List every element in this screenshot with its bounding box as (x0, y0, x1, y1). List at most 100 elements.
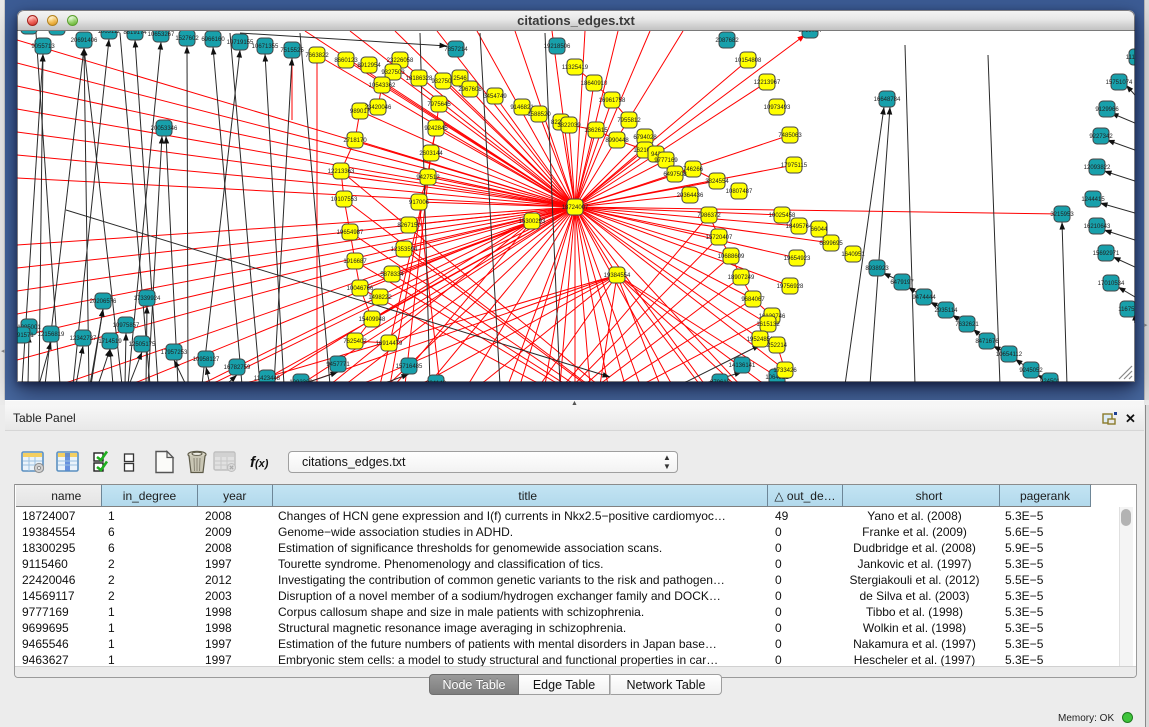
svg-text:16914479: 16914479 (376, 341, 403, 347)
svg-text:9327503: 9327503 (381, 70, 405, 76)
svg-text:10671355: 10671355 (252, 44, 279, 50)
svg-text:7955812: 7955812 (617, 118, 641, 124)
svg-text:1498222: 1498222 (368, 295, 392, 301)
svg-text:8819174: 8819174 (123, 31, 147, 36)
svg-text:116753: 116753 (1118, 307, 1135, 313)
svg-text:1092369: 1092369 (289, 380, 313, 382)
svg-text:10688609: 10688609 (718, 254, 745, 260)
svg-text:2935114: 2935114 (935, 308, 959, 314)
svg-text:16210643: 16210643 (1084, 224, 1111, 230)
svg-text:6899695: 6899695 (819, 241, 843, 247)
svg-text:10046766: 10046766 (347, 286, 374, 292)
svg-text:10975857: 10975857 (113, 323, 140, 329)
svg-text:1391571: 1391571 (17, 333, 34, 339)
svg-text:6966160: 6966160 (201, 37, 225, 43)
svg-text:19218506: 19218506 (544, 44, 571, 50)
svg-text:15720407: 15720407 (706, 235, 733, 241)
svg-text:11423448: 11423448 (254, 376, 281, 382)
svg-text:252214: 252214 (767, 343, 788, 349)
svg-text:1714519: 1714519 (98, 339, 122, 345)
svg-text:12213967: 12213967 (754, 80, 781, 86)
svg-text:19654987: 19654987 (337, 230, 364, 236)
svg-text:17957253: 17957253 (161, 350, 188, 356)
svg-text:3824554: 3824554 (705, 179, 729, 185)
svg-text:5878334: 5878334 (380, 272, 404, 278)
svg-text:8938923: 8938923 (865, 266, 889, 272)
svg-text:9227342: 9227342 (1089, 134, 1113, 140)
svg-text:20053346: 20053346 (151, 126, 178, 132)
svg-text:3822039: 3822039 (557, 123, 581, 129)
svg-text:804142: 804142 (426, 381, 447, 382)
svg-text:10543362: 10543362 (369, 83, 396, 89)
svg-text:12342737: 12342737 (70, 336, 97, 342)
svg-text:9457771: 9457771 (326, 362, 350, 368)
svg-text:18724007: 18724007 (562, 205, 589, 211)
svg-text:9245052: 9245052 (1019, 368, 1043, 374)
svg-text:2087682: 2087682 (715, 38, 739, 44)
svg-text:8660123: 8660123 (334, 58, 358, 64)
svg-text:7663822: 7663822 (305, 53, 329, 59)
svg-text:2603144: 2603144 (419, 151, 443, 157)
svg-text:1640951: 1640951 (841, 252, 865, 258)
svg-text:9427512: 9427512 (416, 175, 440, 181)
svg-text:19756928: 19756928 (777, 284, 804, 290)
svg-text:7632621: 7632621 (955, 322, 979, 328)
svg-text:3215953: 3215953 (1050, 212, 1074, 218)
svg-text:2967608: 2967608 (458, 87, 482, 93)
svg-text:1615132: 1615132 (756, 322, 780, 328)
svg-text:924501: 924501 (1040, 379, 1061, 382)
svg-text:6794028: 6794028 (633, 135, 657, 141)
svg-text:17010534: 17010534 (1098, 281, 1125, 287)
svg-text:23420046: 23420046 (365, 105, 392, 111)
svg-text:16961758: 16961758 (599, 98, 626, 104)
svg-text:12213363: 12213363 (328, 169, 355, 175)
svg-text:15716485: 15716485 (396, 364, 423, 370)
svg-text:1362615: 1362615 (584, 128, 608, 134)
svg-text:20691406: 20691406 (71, 38, 98, 44)
svg-text:10719155: 10719155 (227, 40, 254, 46)
svg-text:20206576: 20206576 (90, 299, 117, 305)
svg-text:10107553: 10107553 (331, 197, 358, 203)
svg-text:7975645: 7975645 (427, 102, 451, 108)
svg-text:9777169: 9777169 (654, 158, 678, 164)
svg-text:10654112: 10654112 (996, 352, 1023, 358)
svg-text:15692971: 15692971 (1093, 251, 1120, 257)
svg-text:12505175: 12505175 (129, 342, 156, 348)
svg-text:3813054: 3813054 (798, 31, 822, 34)
svg-text:9055713: 9055713 (31, 44, 55, 50)
svg-text:9684067: 9684067 (741, 297, 765, 303)
svg-text:1588520: 1588520 (527, 112, 551, 118)
svg-text:1117208: 1117208 (1126, 55, 1135, 61)
svg-text:9129966: 9129966 (1095, 107, 1119, 113)
svg-text:8990448: 8990448 (605, 138, 629, 144)
svg-text:16782759: 16782759 (224, 365, 251, 371)
svg-text:17975115: 17975115 (781, 163, 808, 169)
svg-text:18907249: 18907249 (728, 275, 755, 281)
svg-text:1063112: 1063112 (98, 31, 122, 35)
svg-text:18186328: 18186328 (406, 76, 433, 82)
svg-text:3454749: 3454749 (483, 94, 507, 100)
svg-text:23226058: 23226058 (387, 58, 414, 64)
svg-text:20364436: 20364436 (677, 193, 704, 199)
svg-text:7515525: 7515525 (280, 48, 304, 54)
svg-text:10973493: 10973493 (764, 105, 791, 111)
svg-text:879612: 879612 (710, 380, 731, 382)
svg-text:15300293: 15300293 (519, 219, 546, 225)
svg-text:7857214: 7857214 (444, 47, 468, 53)
svg-text:12353594: 12353594 (391, 247, 418, 253)
svg-text:17339924: 17339924 (134, 296, 161, 302)
svg-text:7986372: 7986372 (697, 213, 721, 219)
svg-text:1244415: 1244415 (1081, 197, 1105, 203)
svg-text:10154808: 10154808 (735, 58, 762, 64)
svg-text:8471676: 8471676 (975, 339, 999, 345)
svg-text:12093822: 12093822 (1084, 165, 1111, 171)
svg-text:7485063: 7485063 (778, 133, 802, 139)
svg-text:18495764: 18495764 (786, 224, 813, 230)
svg-text:19384554: 19384554 (604, 273, 631, 279)
svg-text:9242845: 9242845 (424, 126, 448, 132)
svg-text:1733426: 1733426 (773, 368, 797, 374)
svg-text:1527602: 1527602 (175, 36, 199, 42)
svg-text:16648784: 16648784 (874, 97, 901, 103)
svg-text:10653267: 10653267 (148, 32, 175, 38)
svg-text:2718170: 2718170 (343, 138, 367, 144)
